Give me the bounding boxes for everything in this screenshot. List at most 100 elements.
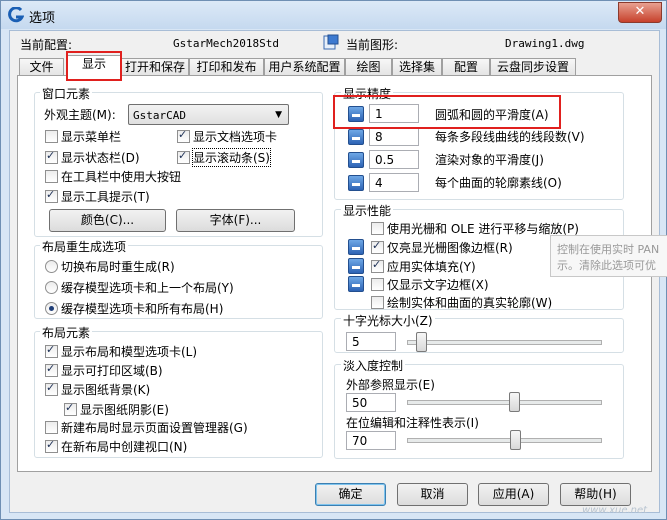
raster-frame-only-label: 仅亮显光栅图像边框(R) bbox=[387, 241, 513, 255]
tooltip-line-1: 控制在使用实时 PAN bbox=[557, 243, 660, 256]
create-viewport-label: 在新布局中创建视口(N) bbox=[61, 440, 188, 454]
drawing-saved-icon bbox=[348, 276, 364, 292]
xref-fade-slider-thumb[interactable] bbox=[509, 392, 521, 412]
apply-solid-fill-label: 应用实体填充(Y) bbox=[387, 260, 476, 274]
show-layout-model-tabs-label: 显示布局和模型选项卡(L) bbox=[61, 345, 198, 359]
show-statusbar-label: 显示状态栏(D) bbox=[61, 151, 140, 165]
inplace-fade-slider-track bbox=[407, 438, 602, 443]
show-menubar-label: 显示菜单栏 bbox=[61, 130, 122, 144]
theme-label: 外观主题(M): bbox=[44, 108, 116, 122]
show-tooltips-checkbox[interactable] bbox=[45, 188, 58, 203]
show-document-tabs-checkbox[interactable] bbox=[177, 128, 190, 143]
show-scrollbars-label: 显示滚动条(S) bbox=[192, 148, 271, 167]
raster-frame-only-checkbox[interactable] bbox=[371, 239, 384, 254]
current-config-value: GstarMech2018Std bbox=[173, 37, 279, 50]
window-title: 选项 bbox=[29, 11, 56, 26]
layout-regen-title: 布局重生成选项 bbox=[40, 238, 129, 255]
polyline-segments-label: 每条多段线曲线的线段数(V) bbox=[435, 130, 585, 144]
cache-model-all-label: 缓存模型选项卡和所有布局(H) bbox=[61, 302, 224, 316]
display-performance-title: 显示性能 bbox=[341, 202, 394, 219]
tooltip-line-2: 示。清除此选项可优 bbox=[557, 259, 656, 272]
drawing-saved-icon bbox=[348, 258, 364, 274]
apply-button[interactable]: 应用(A) bbox=[478, 483, 549, 506]
polyline-segments-input[interactable]: 8 bbox=[369, 127, 419, 146]
xref-fade-input[interactable]: 50 bbox=[346, 393, 396, 412]
text-frame-only-checkbox[interactable] bbox=[371, 278, 384, 291]
tab-open-save[interactable]: 打开和保存 bbox=[121, 58, 189, 76]
drawing-file-icon bbox=[323, 34, 339, 50]
render-smoothness-input[interactable]: 0.5 bbox=[369, 150, 419, 169]
show-paper-background-checkbox[interactable] bbox=[45, 381, 58, 396]
true-silhouettes-label: 绘制实体和曲面的真实轮廓(W) bbox=[387, 296, 553, 310]
show-printable-area-label: 显示可打印区域(B) bbox=[61, 364, 163, 378]
text-frame-only-label: 仅显示文字边框(X) bbox=[387, 278, 489, 292]
show-printable-area-checkbox[interactable] bbox=[45, 362, 58, 377]
gstarcad-logo-icon bbox=[8, 7, 24, 23]
theme-select-value: GstarCAD bbox=[133, 109, 186, 122]
regen-on-switch-label: 切换布局时重生成(R) bbox=[61, 260, 175, 274]
tab-plot-publish[interactable]: 打印和发布 bbox=[189, 58, 264, 76]
show-paper-shadow-checkbox[interactable] bbox=[64, 401, 77, 416]
xref-fade-label: 外部参照显示(E) bbox=[346, 378, 435, 392]
regen-on-switch-radio[interactable] bbox=[45, 260, 58, 273]
layout-elements-title: 布局元素 bbox=[40, 324, 93, 341]
cancel-button[interactable]: 取消 bbox=[397, 483, 468, 506]
create-viewport-checkbox[interactable] bbox=[45, 438, 58, 453]
tab-drafting[interactable]: 绘图 bbox=[345, 58, 392, 76]
crosshair-size-title: 十字光标大小(Z) bbox=[341, 312, 435, 329]
show-page-setup-manager-label: 新建布局时显示页面设置管理器(G) bbox=[61, 421, 248, 435]
inplace-fade-label: 在位编辑和注释性表示(I) bbox=[346, 416, 479, 430]
inplace-fade-slider-thumb[interactable] bbox=[510, 430, 522, 450]
close-button[interactable]: ✕ bbox=[618, 2, 662, 23]
drawing-saved-icon bbox=[348, 239, 364, 255]
tab-profiles[interactable]: 配置 bbox=[442, 58, 490, 76]
current-drawing-value: Drawing1.dwg bbox=[505, 37, 585, 50]
watermark: www.xue.net bbox=[582, 505, 648, 516]
current-drawing-label: 当前图形: bbox=[346, 38, 399, 52]
drawing-saved-icon bbox=[348, 175, 364, 191]
show-tooltips-label: 显示工具提示(T) bbox=[61, 190, 150, 204]
crosshair-size-input[interactable]: 5 bbox=[346, 332, 396, 351]
fonts-button[interactable]: 字体(F)... bbox=[176, 209, 295, 232]
show-layout-model-tabs-checkbox[interactable] bbox=[45, 343, 58, 358]
theme-select[interactable]: GstarCAD ▼ bbox=[128, 104, 289, 125]
cache-model-last-radio[interactable] bbox=[45, 281, 58, 294]
show-scrollbars-checkbox[interactable] bbox=[177, 149, 190, 164]
ok-button[interactable]: 确定 bbox=[315, 483, 386, 506]
current-config-label: 当前配置: bbox=[20, 38, 73, 52]
help-tooltip: 控制在使用实时 PAN 示。清除此选项可优 bbox=[550, 235, 667, 277]
show-statusbar-checkbox[interactable] bbox=[45, 149, 58, 164]
true-silhouettes-checkbox[interactable] bbox=[371, 296, 384, 309]
cache-model-last-label: 缓存模型选项卡和上一个布局(Y) bbox=[61, 281, 234, 295]
tab-cloud-sync[interactable]: 云盘同步设置 bbox=[490, 58, 576, 76]
highlight-box-display-tab bbox=[66, 51, 122, 81]
show-paper-shadow-label: 显示图纸阴影(E) bbox=[80, 403, 169, 417]
apply-solid-fill-checkbox[interactable] bbox=[371, 258, 384, 273]
contour-lines-input[interactable]: 4 bbox=[369, 173, 419, 192]
cache-model-all-radio[interactable] bbox=[45, 302, 58, 315]
chevron-down-icon: ▼ bbox=[275, 110, 282, 120]
show-document-tabs-label: 显示文档选项卡 bbox=[193, 130, 278, 144]
large-toolbar-buttons-label: 在工具栏中使用大按钮 bbox=[61, 170, 182, 184]
inplace-fade-input[interactable]: 70 bbox=[346, 431, 396, 450]
raster-ole-pan-zoom-checkbox[interactable] bbox=[371, 222, 384, 235]
fade-control-title: 淡入度控制 bbox=[341, 357, 406, 374]
highlight-box-arc-smoothness bbox=[333, 95, 561, 129]
xref-fade-slider-track bbox=[407, 400, 602, 405]
help-button[interactable]: 帮助(H) bbox=[560, 483, 631, 506]
colors-button[interactable]: 颜色(C)... bbox=[49, 209, 166, 232]
window-elements-title: 窗口元素 bbox=[40, 85, 93, 102]
show-paper-background-label: 显示图纸背景(K) bbox=[61, 383, 151, 397]
title-bar: 选项 bbox=[1, 1, 666, 29]
tab-user-preferences[interactable]: 用户系统配置 bbox=[264, 58, 345, 76]
show-page-setup-manager-checkbox[interactable] bbox=[45, 421, 58, 434]
render-smoothness-label: 渲染对象的平滑度(J) bbox=[435, 153, 544, 167]
crosshair-size-slider-thumb[interactable] bbox=[416, 332, 428, 352]
drawing-saved-icon bbox=[348, 152, 364, 168]
contour-lines-label: 每个曲面的轮廓素线(O) bbox=[435, 176, 562, 190]
tab-selection[interactable]: 选择集 bbox=[392, 58, 442, 76]
large-toolbar-buttons-checkbox[interactable] bbox=[45, 170, 58, 183]
show-menubar-checkbox[interactable] bbox=[45, 130, 58, 143]
tab-file[interactable]: 文件 bbox=[19, 58, 64, 76]
close-icon: ✕ bbox=[634, 4, 646, 19]
